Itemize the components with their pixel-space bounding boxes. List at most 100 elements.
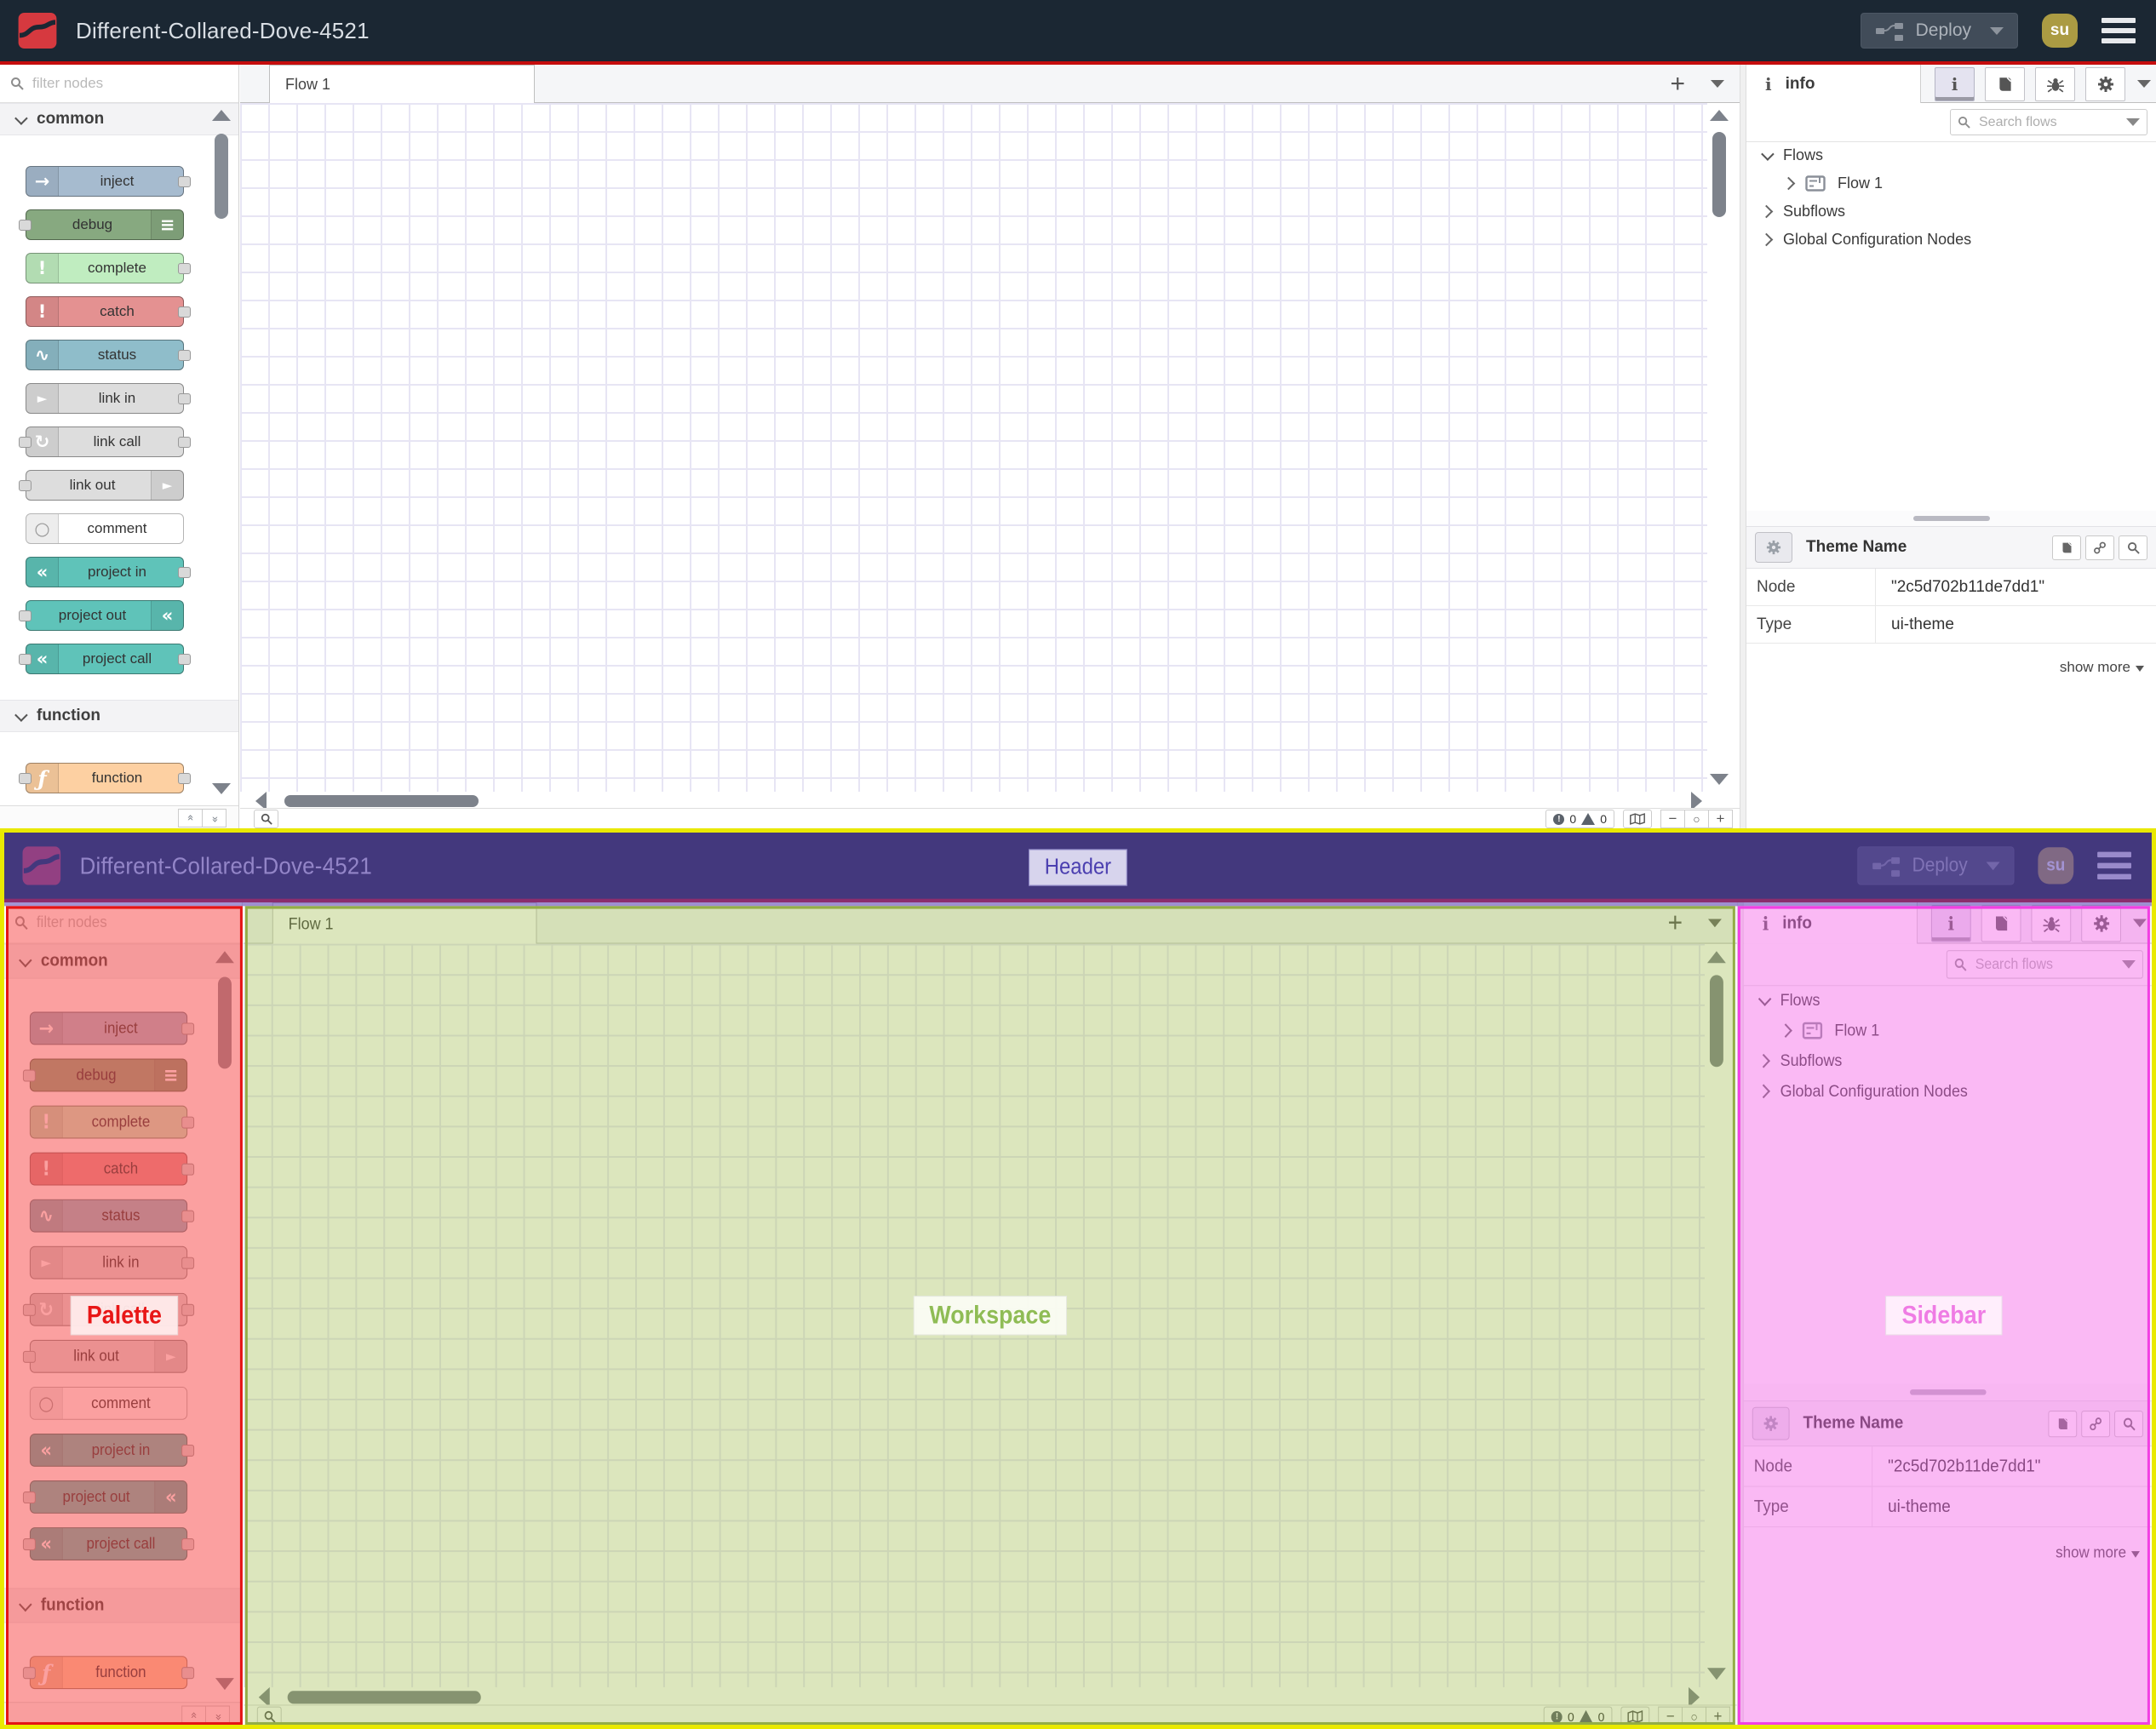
notification-counts-button[interactable]: ! 0 0 (1545, 810, 1614, 828)
palette-scrollbar-thumb[interactable] (217, 976, 232, 1069)
node-search-button[interactable] (2119, 535, 2147, 560)
deploy-dropdown-chevron-icon[interactable] (1986, 862, 2000, 870)
zoom-in-button[interactable] (1709, 810, 1733, 828)
main-menu-button[interactable] (2097, 851, 2131, 880)
search-options-chevron-icon[interactable] (2122, 960, 2136, 969)
chevron-down-icon[interactable] (1757, 992, 1772, 1006)
main-menu-button[interactable] (2102, 18, 2136, 43)
palette-node-project-out[interactable]: « project out (19, 600, 184, 631)
config-node-button[interactable] (1755, 532, 1792, 563)
palette-category-common[interactable]: common (0, 103, 238, 135)
sidebar-tabs-chevron-icon[interactable] (2137, 80, 2151, 88)
canvas-search-button[interactable] (254, 810, 278, 828)
palette-node-link-in[interactable]: ► link in (26, 383, 191, 414)
navigator-map-button[interactable] (1623, 810, 1652, 828)
palette-node-catch[interactable]: ! catch (26, 296, 191, 327)
flow-tab[interactable]: Flow 1 (272, 902, 537, 944)
chevron-right-icon[interactable] (1779, 1023, 1792, 1039)
search-options-chevron-icon[interactable] (2126, 118, 2140, 126)
sidebar-help-tab-button[interactable] (1985, 67, 2025, 101)
palette-node-complete[interactable]: ! complete (29, 1105, 195, 1139)
palette-node-debug[interactable]: ≡ debug (19, 209, 184, 240)
tree-item-flow1[interactable]: Flow 1 (1744, 1016, 2152, 1046)
sidebar-splitter[interactable] (1736, 902, 1744, 1725)
config-node-button[interactable] (1752, 1406, 1790, 1440)
canvas-vertical-scrollbar[interactable] (1706, 951, 1726, 1680)
add-flow-button[interactable] (1670, 72, 1685, 97)
tree-item-flow1[interactable]: Flow 1 (1746, 169, 2156, 198)
scroll-up-icon[interactable] (212, 110, 231, 121)
palette-filter[interactable] (4, 902, 242, 944)
palette-node-link-out[interactable]: ► link out (22, 1339, 188, 1373)
deploy-button[interactable]: Deploy (1856, 846, 2015, 885)
tree-item-flows[interactable]: Flows (1746, 141, 2156, 169)
user-avatar[interactable]: su (2042, 14, 2078, 48)
flow-tab[interactable]: Flow 1 (269, 65, 535, 103)
sidebar-debug-tab-button[interactable] (2031, 905, 2072, 942)
palette-node-link-out[interactable]: ► link out (19, 470, 184, 501)
palette-node-function[interactable]: ƒ function (19, 763, 191, 793)
flow-search-input[interactable] (1973, 955, 2105, 974)
palette-node-inject[interactable]: → inject (29, 1011, 195, 1045)
palette-node-project-in[interactable]: « project in (26, 557, 191, 587)
canvas-vscroll-thumb[interactable] (1712, 132, 1726, 217)
flow-canvas[interactable] (243, 943, 1705, 1687)
zoom-in-button[interactable] (1706, 1706, 1730, 1725)
canvas-search-button[interactable] (256, 1706, 282, 1725)
zoom-reset-button[interactable] (1685, 810, 1709, 828)
palette-node-inject[interactable]: → inject (26, 166, 191, 197)
sidebar-config-tab-button[interactable] (2085, 67, 2125, 101)
chevron-down-icon[interactable] (1761, 147, 1775, 161)
show-more-link[interactable]: show more (1744, 1544, 2152, 1563)
add-flow-button[interactable] (1668, 909, 1683, 936)
sidebar-tab-info[interactable]: info (1743, 902, 1918, 944)
canvas-horizontal-scrollbar[interactable] (244, 1686, 1705, 1708)
palette-collapse-all-button[interactable]: » (178, 809, 203, 827)
chevron-right-icon[interactable] (1781, 176, 1796, 191)
canvas-hscroll-thumb[interactable] (284, 795, 479, 807)
palette-node-status[interactable]: ∿ status (26, 340, 191, 370)
palette-filter-input[interactable] (31, 74, 196, 93)
palette-node-project-call[interactable]: «project call (19, 644, 191, 674)
flow-list-chevron-icon[interactable] (1711, 80, 1724, 88)
palette-node-link-in[interactable]: ► link in (29, 1245, 195, 1280)
palette-node-link-call[interactable]: ↻ link call (19, 427, 191, 457)
canvas-hscroll-thumb[interactable] (287, 1691, 481, 1704)
palette-node-link-call[interactable]: ↻ link call (22, 1292, 195, 1326)
chevron-down-icon[interactable] (14, 111, 28, 125)
canvas-vertical-scrollbar[interactable] (1710, 110, 1729, 785)
palette-expand-all-button[interactable]: » (206, 1705, 230, 1725)
deploy-button[interactable]: Deploy (1860, 13, 2018, 49)
sidebar-tab-info[interactable]: info (1746, 65, 1921, 103)
sidebar-panel-splitter[interactable] (1743, 1383, 2152, 1401)
show-more-link[interactable]: show more (1746, 659, 2156, 676)
chevron-down-icon[interactable] (19, 953, 32, 967)
sidebar-panel-splitter[interactable] (1746, 511, 2156, 526)
tree-item-global-config[interactable]: Global Configuration Nodes (1744, 1076, 2152, 1107)
flow-list-chevron-icon[interactable] (1707, 919, 1722, 928)
palette-node-catch[interactable]: ! catch (29, 1152, 195, 1186)
tree-item-subflows[interactable]: Subflows (1746, 198, 2156, 226)
tree-item-global-config[interactable]: Global Configuration Nodes (1746, 226, 2156, 254)
sidebar-splitter[interactable] (1740, 65, 1746, 828)
deploy-dropdown-chevron-icon[interactable] (1990, 26, 2004, 35)
palette-category-function[interactable]: function (0, 700, 238, 732)
palette-scrollbar-thumb[interactable] (215, 134, 228, 219)
flow-canvas[interactable] (240, 103, 1707, 792)
chevron-right-icon[interactable] (1759, 204, 1774, 219)
scroll-up-icon[interactable] (1706, 951, 1726, 964)
flow-search-box[interactable] (1946, 950, 2143, 979)
sidebar-tabs-chevron-icon[interactable] (2132, 919, 2147, 928)
palette-node-comment[interactable]: ○ comment (26, 513, 184, 544)
notification-counts-button[interactable]: ! 0 0 (1544, 1706, 1613, 1725)
navigator-map-button[interactable] (1620, 1706, 1650, 1725)
palette-node-project-out[interactable]: « project out (22, 1480, 188, 1514)
chevron-right-icon[interactable] (1757, 1053, 1770, 1068)
palette-expand-all-button[interactable]: » (203, 809, 226, 827)
palette-node-comment[interactable]: ○ comment (29, 1386, 188, 1420)
sidebar-debug-tab-button[interactable] (2035, 67, 2075, 101)
canvas-horizontal-scrollbar[interactable] (240, 792, 1707, 810)
drag-grip[interactable] (1909, 1389, 1987, 1395)
palette-category-common[interactable]: common (4, 943, 242, 979)
sidebar-config-tab-button[interactable] (2081, 905, 2122, 942)
